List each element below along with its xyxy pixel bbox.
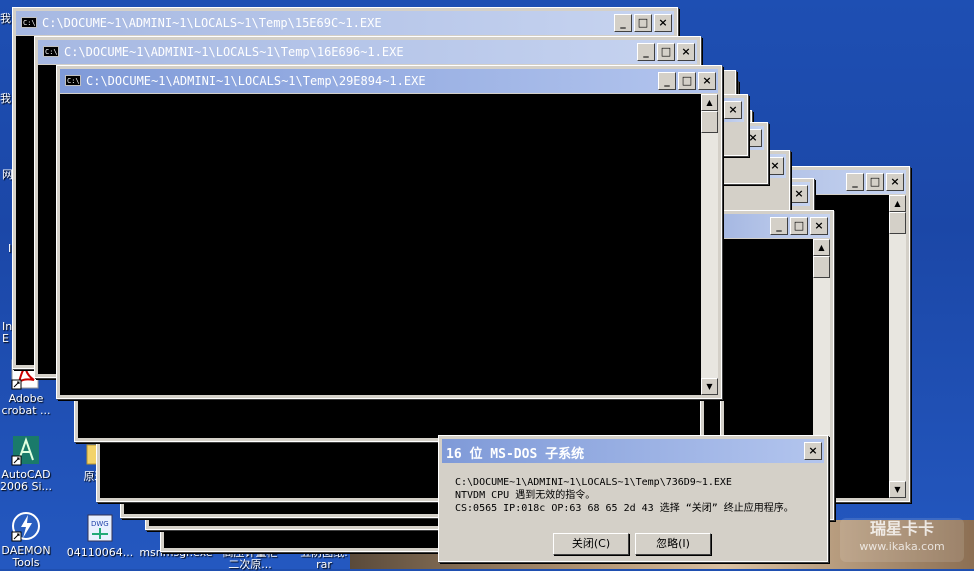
dialog-title: 16 位 MS-DOS 子系统 [446,447,585,462]
scroll-down-button[interactable]: ▼ [889,481,906,498]
scroll-up-button[interactable]: ▲ [889,195,906,212]
desktop-label-fragment: I [8,242,12,255]
ntvdm-error-dialog[interactable]: 16 位 MS-DOS 子系统 × C:\DOCUME~1\ADMINI~1\L… [438,435,828,562]
watermark-logo: 瑞星卡卡 www.ikaka.com [840,518,964,562]
vertical-scrollbar[interactable]: ▲ ▼ [889,195,906,498]
desktop-label-fragment: 我 [0,92,11,105]
close-button[interactable]: × [724,101,742,119]
close-button[interactable]: × [790,185,808,203]
icon-label: 二次原... [228,559,272,571]
console-window-29E894[interactable]: C:\ C:\DOCUME~1\ADMINI~1\LOCALS~1\Temp\2… [56,65,722,399]
scroll-down-button[interactable]: ▼ [701,378,718,395]
dialog-message-error: NTVDM CPU 遇到无效的指令。 [455,490,596,501]
close-button[interactable]: × [698,72,716,90]
maximize-button[interactable]: □ [790,217,808,235]
icon-label: Tools [12,557,40,569]
desktop-icon-dwg-file[interactable]: DWG 04110064... [62,512,138,559]
title-bar[interactable]: _□× [724,214,830,238]
icon-label: crobat ... [1,405,51,417]
dialog-message-detail: CS:0565 IP:018c OP:63 68 65 2d 43 选择 “关闭… [455,503,794,514]
console-screen[interactable] [60,94,701,395]
desktop-icon-autocad[interactable]: AutoCAD 2006 Si... [0,434,64,493]
scroll-thumb[interactable] [889,212,906,234]
window-title: C:\DOCUME~1\ADMINI~1\LOCALS~1\Temp\16E69… [64,45,404,59]
vertical-scrollbar[interactable]: ▲ ▼ [701,94,718,395]
scroll-thumb[interactable] [813,256,830,278]
console-icon: C:\ [21,17,37,28]
dwg-file-icon: DWG [84,512,116,544]
watermark-title: 瑞星卡卡 [869,519,934,538]
desktop-label-fragment: E [2,332,9,345]
desktop-icon-daemon-tools[interactable]: DAEMON Tools [0,510,64,569]
console-icon: C:\ [65,75,81,86]
console-icon: C:\ [43,46,59,57]
scroll-up-button[interactable]: ▲ [813,239,830,256]
window-title: C:\DOCUME~1\ADMINI~1\LOCALS~1\Temp\29E89… [86,74,426,88]
maximize-button[interactable]: □ [657,43,675,61]
minimize-button[interactable]: _ [637,43,655,61]
dialog-close-button[interactable]: × [804,442,822,460]
close-button[interactable]: × [654,14,672,32]
icon-label: Adobe [8,393,44,405]
dialog-message-path: C:\DOCUME~1\ADMINI~1\LOCALS~1\Temp\736D9… [455,477,732,488]
icon-label: 2006 Si... [0,481,53,493]
title-bar[interactable]: C:\ C:\DOCUME~1\ADMINI~1\LOCALS~1\Temp\2… [60,69,718,93]
maximize-button[interactable]: □ [866,173,884,191]
icon-label: rar [316,559,332,571]
svg-text:DWG: DWG [91,520,109,528]
close-app-button[interactable]: 关闭(C) [553,533,629,555]
window-title: C:\DOCUME~1\ADMINI~1\LOCALS~1\Temp\15E69… [42,16,382,30]
dialog-message: C:\DOCUME~1\ADMINI~1\LOCALS~1\Temp\736D9… [455,476,794,515]
icon-label: 04110064... [66,547,134,559]
scroll-up-button[interactable]: ▲ [701,94,718,111]
close-button[interactable]: × [677,43,695,61]
minimize-button[interactable]: _ [770,217,788,235]
close-button[interactable]: × [886,173,904,191]
title-bar[interactable]: C:\ C:\DOCUME~1\ADMINI~1\LOCALS~1\Temp\1… [16,11,674,35]
maximize-button[interactable]: □ [634,14,652,32]
scroll-thumb[interactable] [701,111,718,133]
autocad-icon [10,434,42,466]
watermark-url: www.ikaka.com [859,540,945,553]
ignore-button[interactable]: 忽略(I) [635,533,711,555]
title-bar[interactable]: C:\ C:\DOCUME~1\ADMINI~1\LOCALS~1\Temp\1… [38,40,697,64]
minimize-button[interactable]: _ [614,14,632,32]
dialog-title-bar[interactable]: 16 位 MS-DOS 子系统 × [442,439,824,463]
daemon-tools-icon [10,510,42,542]
minimize-button[interactable]: _ [658,72,676,90]
close-button[interactable]: × [810,217,828,235]
minimize-button[interactable]: _ [846,173,864,191]
icon-label: AutoCAD [1,469,51,481]
desktop-label-fragment: 我 [0,12,11,25]
icon-label: DAEMON [1,545,51,557]
close-button[interactable]: × [766,157,784,175]
maximize-button[interactable]: □ [678,72,696,90]
